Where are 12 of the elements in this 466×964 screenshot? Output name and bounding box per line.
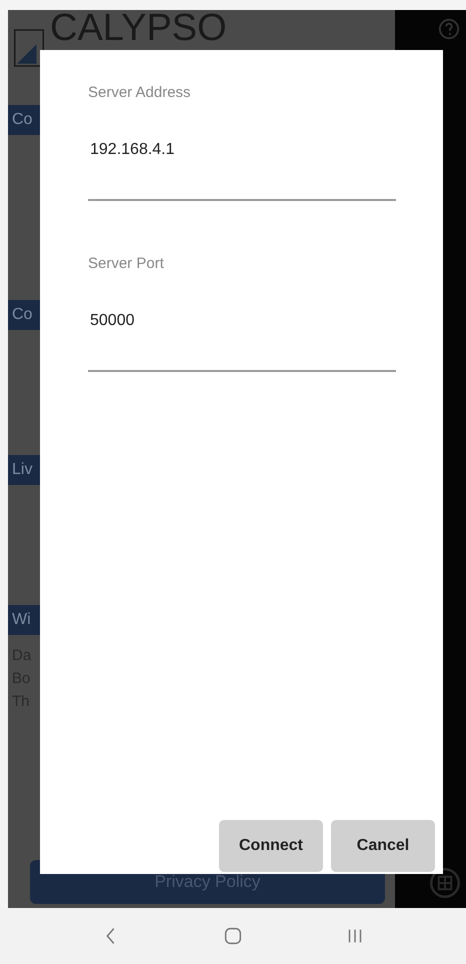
dialog-button[interactable]: Connect xyxy=(219,820,323,872)
section-title: Co xyxy=(12,111,32,129)
section-title: Liv xyxy=(12,461,32,479)
home-icon[interactable] xyxy=(222,925,244,947)
dialog-button[interactable]: Cancel xyxy=(331,820,435,872)
input-field[interactable]: 192.168.4.1 xyxy=(88,141,396,201)
section-title: Wi xyxy=(12,611,31,629)
field-label: Server Address xyxy=(88,84,192,101)
section-title: Co xyxy=(12,306,32,324)
input-field[interactable]: 50000 xyxy=(88,312,396,372)
grid-icon[interactable] xyxy=(430,868,460,898)
field-label: Server Port xyxy=(88,255,165,272)
